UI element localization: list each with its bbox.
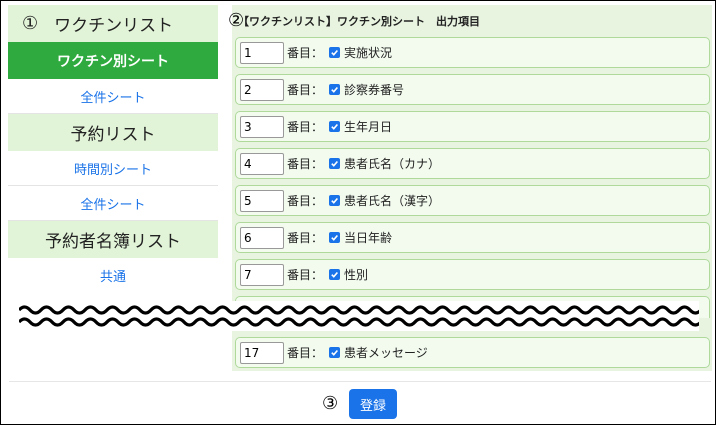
panel-title: 【ワクチンリスト】ワクチン別シート 出力項目 [238, 15, 480, 28]
order-input[interactable] [240, 226, 284, 249]
omission-wave-divider [19, 301, 699, 331]
item-checkbox[interactable] [329, 232, 341, 243]
output-item-row: 番目： 患者氏名（漢字） [235, 185, 710, 216]
item-label: 患者メッセージ [344, 346, 428, 360]
item-checkbox[interactable] [329, 158, 341, 169]
order-suffix: 番目： [287, 346, 324, 360]
item-checkbox[interactable] [329, 84, 341, 95]
item-label: 実施状況 [344, 46, 393, 60]
order-input[interactable] [240, 341, 284, 364]
sidebar-item-common[interactable]: 共通 [8, 258, 218, 292]
item-label: 当日年齢 [344, 231, 393, 245]
sidebar-item-all-sheet-vaccine[interactable]: 全件シート [8, 79, 218, 114]
order-input[interactable] [240, 263, 284, 286]
output-item-row: 番目： 性別 [235, 259, 710, 290]
marker-1: ① [22, 13, 39, 34]
item-label: 診察券番号 [344, 83, 405, 97]
sidebar-item-all-sheet-reservation[interactable]: 全件シート [8, 186, 218, 221]
item-checkbox[interactable] [329, 269, 341, 280]
sidebar-item-vaccine-sheet[interactable]: ワクチン別シート [8, 42, 218, 79]
order-input[interactable] [240, 189, 284, 212]
order-input[interactable] [240, 78, 284, 101]
order-suffix: 番目： [287, 268, 324, 282]
order-input[interactable] [240, 152, 284, 175]
sidebar-item-time-sheet[interactable]: 時間別シート [8, 151, 218, 186]
sidebar-section-title: ワクチンリスト [54, 16, 174, 36]
output-item-row: 番目： 実施状況 [235, 37, 710, 68]
output-item-row: 番目： 患者氏名（カナ） [235, 148, 710, 179]
order-suffix: 番目： [287, 120, 324, 134]
item-checkbox[interactable] [329, 347, 341, 358]
output-item-row: 番目： 当日年齢 [235, 222, 710, 253]
output-item-row: 番目： 診察券番号 [235, 74, 710, 105]
order-suffix: 番目： [287, 231, 324, 245]
order-suffix: 番目： [287, 157, 324, 171]
marker-3: ③ [322, 393, 339, 414]
order-input[interactable] [240, 41, 284, 64]
output-item-row: 番目： 患者メッセージ [235, 337, 710, 368]
order-input[interactable] [240, 115, 284, 138]
sidebar-section-reserver-list: 予約者名簿リスト [8, 221, 218, 258]
item-label: 患者氏名（カナ） [344, 157, 441, 171]
register-button[interactable]: 登録 [349, 389, 397, 419]
item-label: 生年月日 [344, 120, 393, 134]
item-checkbox[interactable] [329, 47, 341, 58]
marker-2: ② [228, 10, 245, 31]
sidebar-section-reservation-list: 予約リスト [8, 114, 218, 151]
order-suffix: 番目： [287, 83, 324, 97]
order-suffix: 番目： [287, 46, 324, 60]
item-checkbox[interactable] [329, 121, 341, 132]
sidebar: ① ワクチンリスト ワクチン別シート 全件シート 予約リスト 時間別シート 全件… [8, 5, 218, 305]
sidebar-section-vaccine-list: ① ワクチンリスト [8, 5, 218, 42]
item-label: 患者氏名（漢字） [344, 194, 441, 208]
order-suffix: 番目： [287, 194, 324, 208]
item-checkbox[interactable] [329, 195, 341, 206]
output-item-row: 番目： 生年月日 [235, 111, 710, 142]
page-frame: ① ワクチンリスト ワクチン別シート 全件シート 予約リスト 時間別シート 全件… [0, 0, 716, 425]
footer-divider [9, 381, 711, 382]
item-label: 性別 [344, 268, 369, 282]
